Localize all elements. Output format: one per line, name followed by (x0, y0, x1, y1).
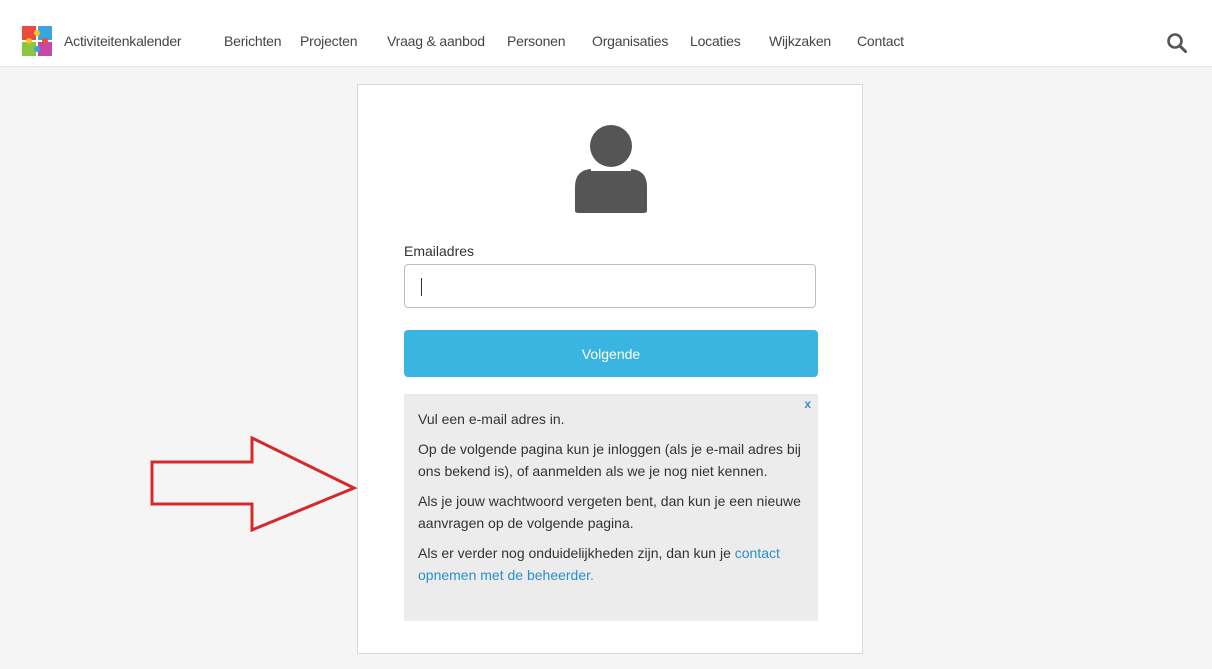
nav-item-activiteitenkalender[interactable]: Activiteitenkalender (64, 33, 182, 49)
info-text-4-prefix: Als er verder nog onduidelijkheden zijn,… (418, 545, 735, 561)
next-button[interactable]: Volgende (404, 330, 818, 377)
nav-item-contact[interactable]: Contact (857, 33, 904, 49)
nav-item-projecten[interactable]: Projecten (300, 33, 358, 49)
email-field-wrapper (404, 264, 816, 308)
email-label: Emailadres (404, 243, 475, 259)
user-avatar-icon (575, 125, 647, 213)
nav-item-wijkzaken[interactable]: Wijkzaken (769, 33, 831, 49)
nav-item-organisaties[interactable]: Organisaties (592, 33, 668, 49)
info-text-2: Op de volgende pagina kun je inloggen (a… (418, 441, 801, 479)
info-text-1: Vul een e-mail adres in. (418, 411, 565, 427)
nav-item-personen[interactable]: Personen (507, 33, 566, 49)
puzzle-logo-icon[interactable] (20, 24, 54, 58)
search-icon[interactable] (1166, 32, 1188, 54)
nav-item-locaties[interactable]: Locaties (690, 33, 741, 49)
nav-item-vraag-aanbod[interactable]: Vraag & aanbod (387, 33, 485, 49)
top-navigation-bar: Activiteitenkalender Berichten Projecten… (0, 0, 1212, 67)
info-text-4: Als er verder nog onduidelijkheden zijn,… (418, 542, 802, 586)
info-text-3: Als je jouw wachtwoord vergeten bent, da… (418, 493, 801, 531)
login-card: Emailadres Volgende x Vul een e-mail adr… (357, 84, 863, 654)
info-box: x Vul een e-mail adres in. Op de volgend… (404, 394, 818, 621)
close-info-button[interactable]: x (804, 397, 811, 411)
red-arrow-icon (150, 436, 358, 532)
nav-item-berichten[interactable]: Berichten (224, 33, 282, 49)
email-field[interactable] (417, 276, 801, 300)
